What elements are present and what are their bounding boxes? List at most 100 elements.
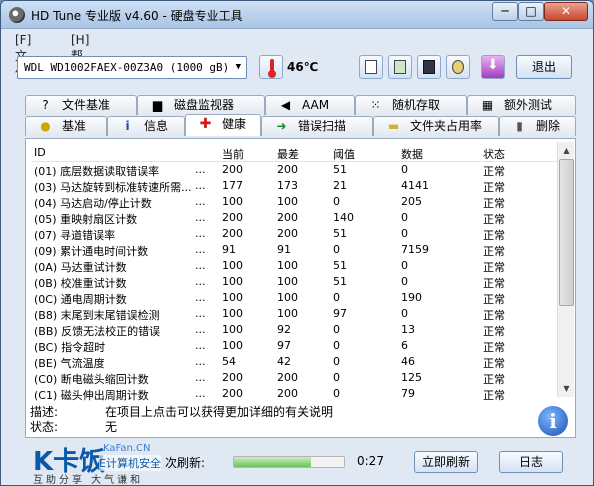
data-cell: 7159 [401,243,429,256]
data-cell: 13 [401,323,415,336]
table-row[interactable]: (0A) 马达重试计数... 100 100 51 0 正常 [31,258,557,274]
tab-aam[interactable]: ◀ AAM [265,95,355,115]
threshold-cell: 97 [333,307,347,320]
current-cell: 91 [222,243,236,256]
log-button[interactable]: 日志 [499,451,563,473]
column-header-status[interactable]: 状态 [483,146,505,162]
save-button[interactable] [417,55,441,79]
tab-health[interactable]: ✚ 健康 [185,114,261,136]
table-row[interactable]: (07) 寻道错误率... 200 200 51 0 正常 [31,226,557,242]
refresh-now-button[interactable]: 立即刷新 [414,451,478,473]
smart-table: ID 当前 最差 阈值 数据 状态 (01) 底层数据读取错误率... 200 20… [31,143,557,401]
drive-select-value: WDL WD1002FAEX-00Z3A0 (1000 gB) [24,61,230,74]
threshold-cell: 51 [333,227,347,240]
worst-cell: 200 [277,163,298,176]
table-row[interactable]: (01) 底层数据读取错误率... 200 200 51 0 正常 [31,162,557,178]
tab-disk-monitor[interactable]: ▆ 磁盘监视器 [137,95,265,115]
maximize-button[interactable]: □ [518,2,544,21]
exit-button[interactable]: 退出 [516,55,572,79]
table-row[interactable]: (C1) 磁头伸出周期计数... 200 200 0 79 正常 [31,386,557,401]
down-arrow-icon: ⬇ [487,57,499,73]
column-header-worst[interactable]: 最差 [277,146,299,162]
status-text: 无 [105,420,118,434]
table-row[interactable]: (04) 马达启动/停止计数... 100 100 0 205 正常 [31,194,557,210]
status-cell: 正常 [483,261,505,274]
smart-id-cell: (07) 寻道错误率 [34,229,116,242]
current-cell: 100 [222,275,243,288]
scroll-down-arrow-icon[interactable]: ▼ [558,380,575,397]
table-row[interactable]: (09) 累计通电时间计数... 91 91 0 7159 正常 [31,242,557,258]
trash-icon: ▮ [516,119,523,133]
row-ellipsis: ... [195,339,206,352]
column-header-data[interactable]: 数据 [401,146,423,162]
table-row[interactable]: (0C) 通电周期计数... 100 100 0 190 正常 [31,290,557,306]
data-cell: 125 [401,371,422,384]
worst-cell: 100 [277,275,298,288]
table-row[interactable]: (03) 马达旋转到标准转速所需...... 177 173 21 4141 正常 [31,178,557,194]
disk-monitor-icon: ▆ [152,98,163,112]
minimize-button[interactable]: ─ [492,2,518,21]
current-cell: 200 [222,227,243,240]
table-row[interactable]: (B8) 末尾到末尾错误检测... 100 100 97 0 正常 [31,306,557,322]
worst-cell: 97 [277,339,291,352]
current-cell: 177 [222,179,243,192]
watermark-cn: E计算机安全 [99,455,161,471]
close-button[interactable]: ✕ [544,2,588,21]
scrollbar-thumb[interactable] [559,159,574,306]
threshold-cell: 0 [333,243,340,256]
title-bar[interactable]: HD Tune 专业版 v4.60 - 硬盘专业工具 ─ □ ✕ [1,1,593,29]
column-header-id[interactable]: ID [34,146,216,159]
row-ellipsis: ... [195,243,206,256]
threshold-cell: 51 [333,275,347,288]
row-ellipsis: ... [195,163,206,176]
tab-error-scan[interactable]: ➜ 错误扫描 [261,116,373,136]
smart-id-cell: (01) 底层数据读取错误率 [34,165,160,178]
table-row[interactable]: (0B) 校准重试计数... 100 100 51 0 正常 [31,274,557,290]
table-row[interactable]: (C0) 断电磁头缩回计数... 200 200 0 125 正常 [31,370,557,386]
column-header-threshold[interactable]: 阈值 [333,146,355,162]
tab-extra-tests[interactable]: ▦ 额外测试 [467,95,576,115]
table-row[interactable]: (05) 重映射扇区计数... 200 200 140 0 正常 [31,210,557,226]
smart-id-cell: (BC) 指令超时 [34,341,106,354]
file-benchmark-icon: ? [42,98,49,112]
tab-info[interactable]: i 信息 [107,116,185,136]
row-ellipsis: ... [195,211,206,224]
vertical-scrollbar[interactable]: ▲ ▼ [557,142,574,397]
data-cell: 79 [401,387,415,400]
row-ellipsis: ... [195,387,206,400]
drive-select[interactable]: WDL WD1002FAEX-00Z3A0 (1000 gB) ▼ [17,56,247,79]
worst-cell: 100 [277,291,298,304]
download-button[interactable]: ⬇ [481,55,505,79]
error-scan-icon: ➜ [276,119,287,133]
worst-cell: 91 [277,243,291,256]
row-ellipsis: ... [195,275,206,288]
health-panel: ID 当前 最差 阈值 数据 状态 (01) 底层数据读取错误率... 200 20… [25,138,576,438]
options-button[interactable] [446,55,470,79]
scroll-up-arrow-icon[interactable]: ▲ [558,142,575,159]
table-row[interactable]: (BC) 指令超时... 100 97 0 6 正常 [31,338,557,354]
current-cell: 100 [222,259,243,272]
copy-screenshot-button[interactable] [388,55,412,79]
threshold-cell: 0 [333,195,340,208]
status-cell: 正常 [483,325,505,338]
row-ellipsis: ... [195,355,206,368]
tab-file-benchmark[interactable]: ? 文件基准 [25,95,137,115]
tab-benchmark[interactable]: ● 基准 [25,116,107,136]
table-body: (01) 底层数据读取错误率... 200 200 51 0 正常 (03) 马达旋转到标准… [31,162,557,401]
column-header-current[interactable]: 当前 [222,146,244,162]
status-cell: 正常 [483,293,505,306]
threshold-cell: 51 [333,259,347,272]
smart-id-cell: (03) 马达旋转到标准转速所需... [34,181,192,194]
copy-info-button[interactable] [359,55,383,79]
table-row[interactable]: (BE) 气流温度... 54 42 0 46 正常 [31,354,557,370]
data-cell: 46 [401,355,415,368]
worst-cell: 42 [277,355,291,368]
worst-cell: 100 [277,259,298,272]
table-row[interactable]: (BB) 反馈无法校正的错误... 100 92 0 13 正常 [31,322,557,338]
toolbar: WDL WD1002FAEX-00Z3A0 (1000 gB) ▼ 46℃ ⬇ … [7,53,589,87]
tab-erase[interactable]: ▮ 删除 [499,116,576,136]
current-cell: 100 [222,195,243,208]
speaker-icon: ◀ [280,98,291,112]
tab-folder-usage[interactable]: ▬ 文件夹占用率 [373,116,499,136]
tab-random-access[interactable]: ⁙ 随机存取 [355,95,467,115]
